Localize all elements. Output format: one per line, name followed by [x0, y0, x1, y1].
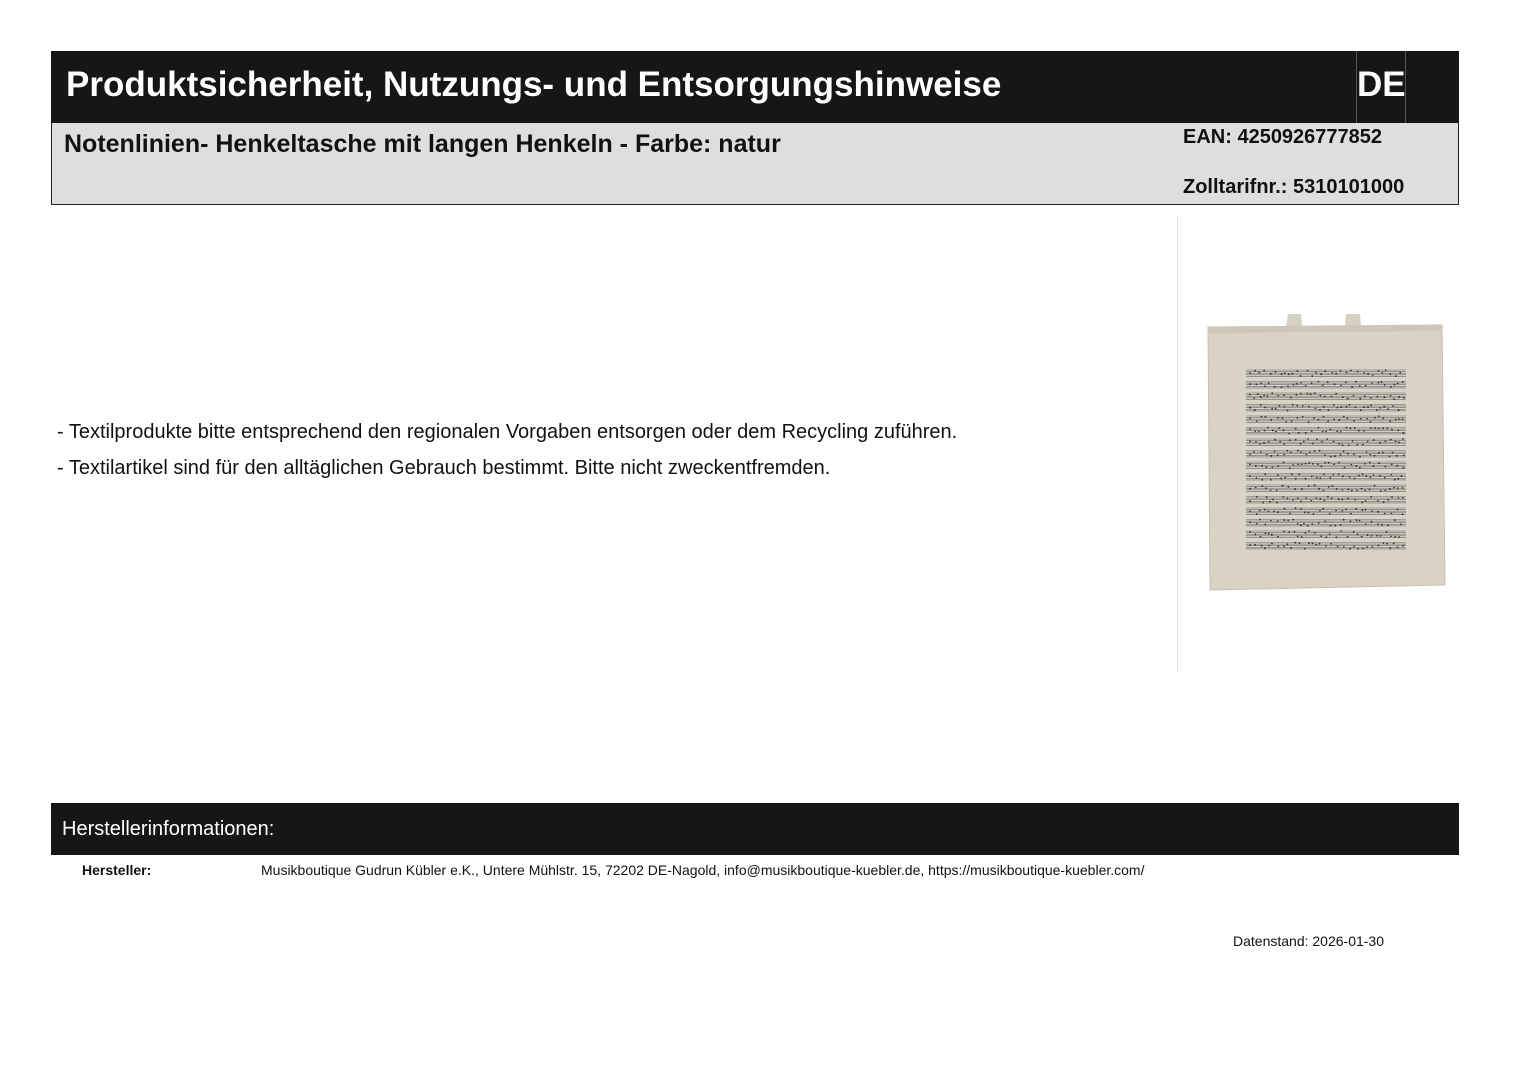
page-title: Produktsicherheit, Nutzungs- und Entsorg… [66, 65, 1002, 104]
manufacturer-address: Musikboutique Gudrun Kübler e.K., Untere… [261, 862, 1145, 878]
customs-tariff-number: Zolltarifnr.: 5310101000 [1183, 176, 1405, 198]
language-code: DE [1356, 51, 1406, 123]
ean-number: EAN: 4250926777852 [1183, 126, 1383, 148]
manufacturer-header-bar: Herstellerinformationen: [51, 803, 1459, 855]
product-header: Notenlinien- Henkeltasche mit langen Hen… [51, 123, 1459, 205]
safety-hints: - Textilprodukte bitte entsprechend den … [57, 414, 957, 486]
manufacturer-section-title: Herstellerinformationen: [62, 818, 275, 840]
header-bar: Produktsicherheit, Nutzungs- und Entsorg… [51, 51, 1459, 123]
data-date: Datenstand: 2026-01-30 [1233, 933, 1384, 949]
tote-bag-image [1207, 314, 1446, 591]
manufacturer-label: Hersteller: [82, 862, 152, 878]
hint-disposal: - Textilprodukte bitte entsprechend den … [57, 421, 958, 443]
hint-usage: - Textilartikel sind für den alltägliche… [57, 457, 831, 479]
product-image [1177, 215, 1459, 672]
product-title: Notenlinien- Henkeltasche mit langen Hen… [64, 130, 781, 158]
